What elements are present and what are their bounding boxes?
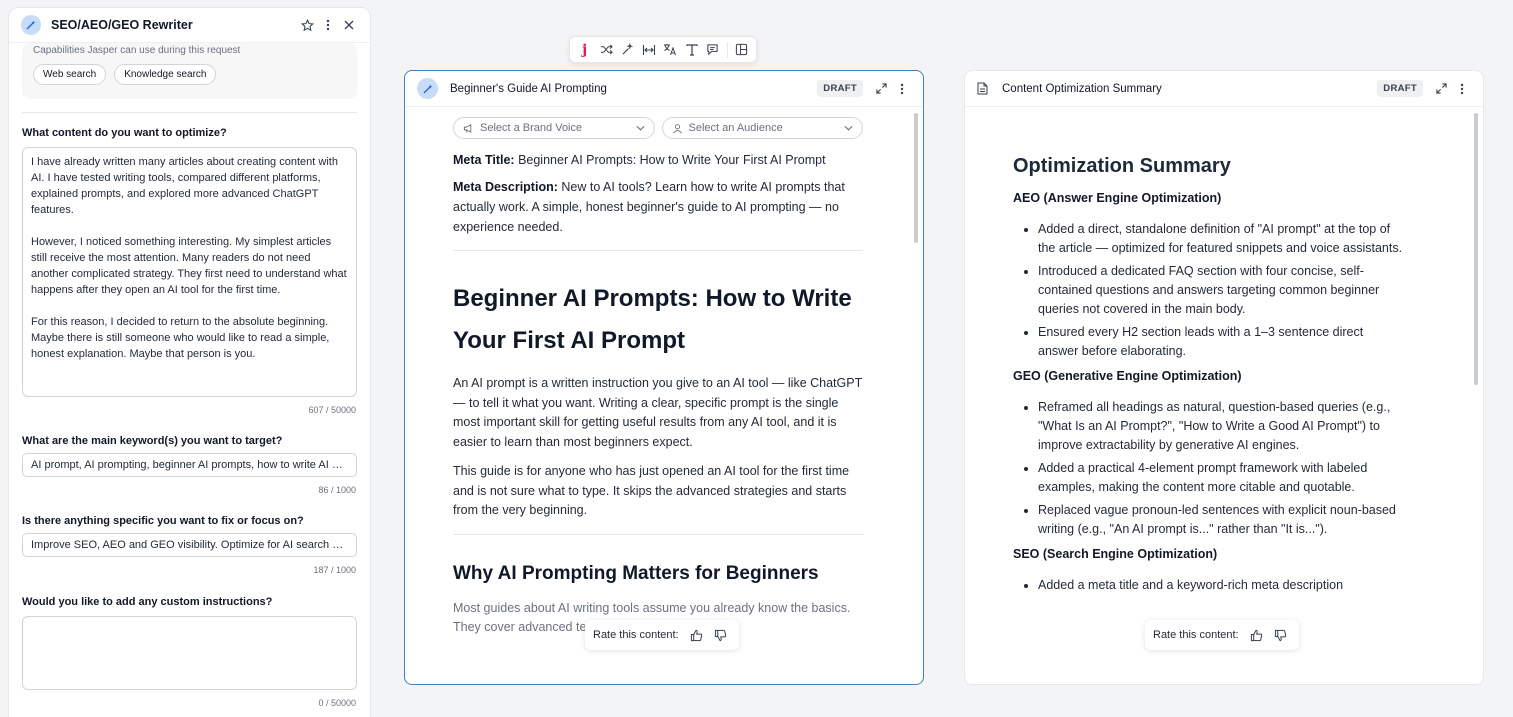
magic-wand-icon[interactable] xyxy=(617,39,638,61)
knowledge-search-chip[interactable]: Knowledge search xyxy=(114,64,217,85)
focus-input[interactable]: Improve SEO, AEO and GEO visibility. Opt… xyxy=(22,533,357,557)
article-paragraph: An AI prompt is a written instruction yo… xyxy=(453,376,862,449)
content-char-count: 607 / 50000 xyxy=(308,405,356,415)
megaphone-icon xyxy=(463,123,474,134)
rate-content-bar: Rate this content: xyxy=(585,620,739,650)
keywords-question: What are the main keyword(s) you want to… xyxy=(22,435,283,447)
geo-list: Reframed all headings as natural, questi… xyxy=(1013,398,1403,539)
summary-heading: Optimization Summary xyxy=(1013,155,1231,177)
rewriter-title: SEO/AEO/GEO Rewriter xyxy=(51,18,193,32)
divider xyxy=(22,112,357,113)
floating-toolbar: j xyxy=(569,36,757,63)
rate-label: Rate this content: xyxy=(1153,629,1239,641)
layout-panel-icon[interactable] xyxy=(731,39,752,61)
focus-question: Is there anything specific you want to f… xyxy=(22,515,304,527)
wand-logo-icon xyxy=(417,78,438,99)
text-format-icon[interactable] xyxy=(681,39,702,61)
custom-instructions-question: Would you like to add any custom instruc… xyxy=(22,596,273,608)
divider xyxy=(453,533,863,535)
divider xyxy=(453,250,863,251)
translate-icon[interactable] xyxy=(660,39,681,61)
rate-content-bar: Rate this content: xyxy=(1145,620,1299,650)
seo-heading: SEO (Search Engine Optimization) xyxy=(1013,547,1218,561)
jasper-logo-icon[interactable]: j xyxy=(574,39,595,61)
keywords-char-count: 86 / 1000 xyxy=(318,485,356,495)
custom-instructions-textarea[interactable] xyxy=(22,616,357,690)
list-item: Added a direct, standalone definition of… xyxy=(1013,220,1403,258)
document-body: Select a Brand Voice Select an Audience … xyxy=(453,117,863,638)
capabilities-label: Capabilities Jasper can use during this … xyxy=(33,45,241,56)
scrollbar[interactable] xyxy=(1474,113,1478,385)
meta-title-label: Meta Title: xyxy=(453,153,515,167)
summary-body: Optimization Summary AEO (Answer Engine … xyxy=(1013,107,1403,599)
list-item: Ensured every H2 section leads with a 1–… xyxy=(1013,323,1403,361)
wand-logo-icon xyxy=(21,15,41,35)
content-textarea[interactable]: I have already written many articles abo… xyxy=(22,147,357,397)
more-options-icon[interactable] xyxy=(893,80,911,98)
more-options-icon[interactable] xyxy=(1453,80,1471,98)
geo-heading: GEO (Generative Engine Optimization) xyxy=(1013,369,1242,383)
thumbs-down-icon[interactable] xyxy=(711,625,731,645)
seo-list: Added a meta title and a keyword-rich me… xyxy=(1013,576,1403,595)
aeo-list: Added a direct, standalone definition of… xyxy=(1013,220,1403,361)
meta-description-label: Meta Description: xyxy=(453,180,558,194)
expand-icon[interactable] xyxy=(872,80,890,98)
thumbs-up-icon[interactable] xyxy=(687,625,707,645)
chevron-down-icon xyxy=(636,125,645,131)
article-heading: Beginner AI Prompts: How to Write Your F… xyxy=(453,285,852,354)
audience-select[interactable]: Select an Audience xyxy=(661,117,863,139)
capabilities-box: Capabilities Jasper can use during this … xyxy=(22,43,357,99)
close-icon[interactable] xyxy=(340,16,358,34)
summary-panel: Content Optimization Summary DRAFT Optim… xyxy=(964,70,1484,685)
content-question: What content do you want to optimize? xyxy=(22,127,227,139)
star-icon[interactable] xyxy=(298,16,316,34)
summary-title: Content Optimization Summary xyxy=(1002,82,1162,95)
thumbs-up-icon[interactable] xyxy=(1247,625,1267,645)
custom-char-count: 0 / 50000 xyxy=(318,698,356,708)
audience-placeholder: Select an Audience xyxy=(688,122,783,134)
toolbar-divider xyxy=(726,41,728,58)
rate-label: Rate this content: xyxy=(593,629,679,641)
draft-badge: DRAFT xyxy=(817,80,863,97)
list-item: Reframed all headings as natural, questi… xyxy=(1013,398,1403,455)
document-panel: Beginner's Guide AI Prompting DRAFT Sele… xyxy=(404,70,924,685)
chevron-down-icon xyxy=(844,125,853,131)
rewriter-panel: SEO/AEO/GEO Rewriter Capabilities Jasper… xyxy=(8,7,371,717)
aeo-heading: AEO (Answer Engine Optimization) xyxy=(1013,191,1222,205)
list-item: Introduced a dedicated FAQ section with … xyxy=(1013,262,1403,319)
article-paragraph: This guide is for anyone who has just op… xyxy=(453,464,850,517)
comment-icon[interactable] xyxy=(702,39,723,61)
document-icon xyxy=(977,82,988,95)
meta-description: Meta Description: New to AI tools? Learn… xyxy=(453,177,863,237)
meta-title: Meta Title: Beginner AI Prompts: How to … xyxy=(453,150,863,170)
shuffle-icon[interactable] xyxy=(595,39,616,61)
document-header: Beginner's Guide AI Prompting DRAFT xyxy=(405,71,923,107)
draft-badge: DRAFT xyxy=(1377,80,1423,97)
expand-icon[interactable] xyxy=(1432,80,1450,98)
rewriter-header: SEO/AEO/GEO Rewriter xyxy=(9,8,370,43)
scrollbar[interactable] xyxy=(914,113,918,243)
web-search-chip[interactable]: Web search xyxy=(33,64,107,85)
focus-char-count: 187 / 1000 xyxy=(313,565,356,575)
more-options-icon[interactable] xyxy=(319,16,337,34)
brand-voice-placeholder: Select a Brand Voice xyxy=(480,122,583,134)
thumbs-down-icon[interactable] xyxy=(1271,625,1291,645)
list-item: Replaced vague pronoun-led sentences wit… xyxy=(1013,501,1403,539)
meta-title-value: Beginner AI Prompts: How to Write Your F… xyxy=(514,153,826,167)
expand-width-icon[interactable] xyxy=(638,39,659,61)
keywords-input[interactable]: AI prompt, AI prompting, beginner AI pro… xyxy=(22,453,357,477)
list-item: Added a practical 4-element prompt frame… xyxy=(1013,459,1403,497)
person-icon xyxy=(672,123,683,134)
list-item: Added a meta title and a keyword-rich me… xyxy=(1013,576,1403,595)
section-heading: Why AI Prompting Matters for Beginners xyxy=(453,562,819,584)
brand-voice-select[interactable]: Select a Brand Voice xyxy=(453,117,655,139)
summary-header: Content Optimization Summary DRAFT xyxy=(965,71,1483,107)
document-title: Beginner's Guide AI Prompting xyxy=(450,82,607,95)
